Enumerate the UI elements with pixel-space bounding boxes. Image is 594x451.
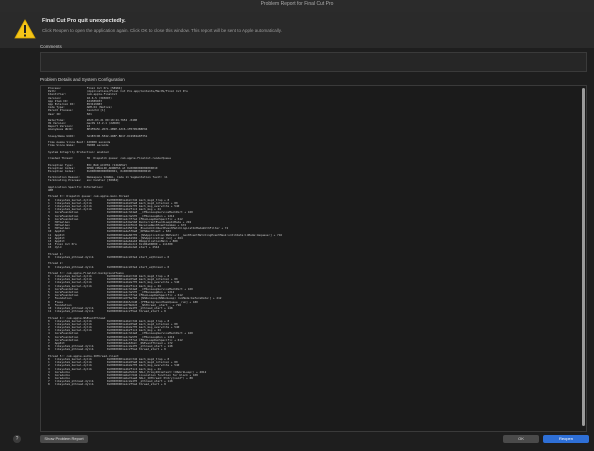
help-button[interactable]: ? [13,435,21,443]
report-scrollbar[interactable] [582,88,585,426]
crash-report-lines: Process: Final Cut Pro [58984] Path: /App… [48,87,578,431]
reopen-button[interactable]: Reopen [543,435,589,443]
report-line: 8 libsystem_pthread.dylib 0x00000001a1c2… [48,382,166,387]
warning-icon [14,19,36,39]
dialog-title: Final Cut Pro quit unexpectedly. [42,18,126,24]
dialog-subtitle: Click Reopen to open the application aga… [42,28,282,33]
comments-label: Comments [40,44,62,49]
show-problem-report-button[interactable]: Show Problem Report [40,435,88,443]
ok-button[interactable]: OK [503,435,539,443]
comments-field[interactable] [40,52,587,72]
report-section-label: Problem Details and System Configuration [40,77,125,82]
crash-report-text[interactable]: Process: Final Cut Pro [58984] Path: /App… [40,85,587,432]
window-title: Problem Report for Final Cut Pro [260,1,334,7]
